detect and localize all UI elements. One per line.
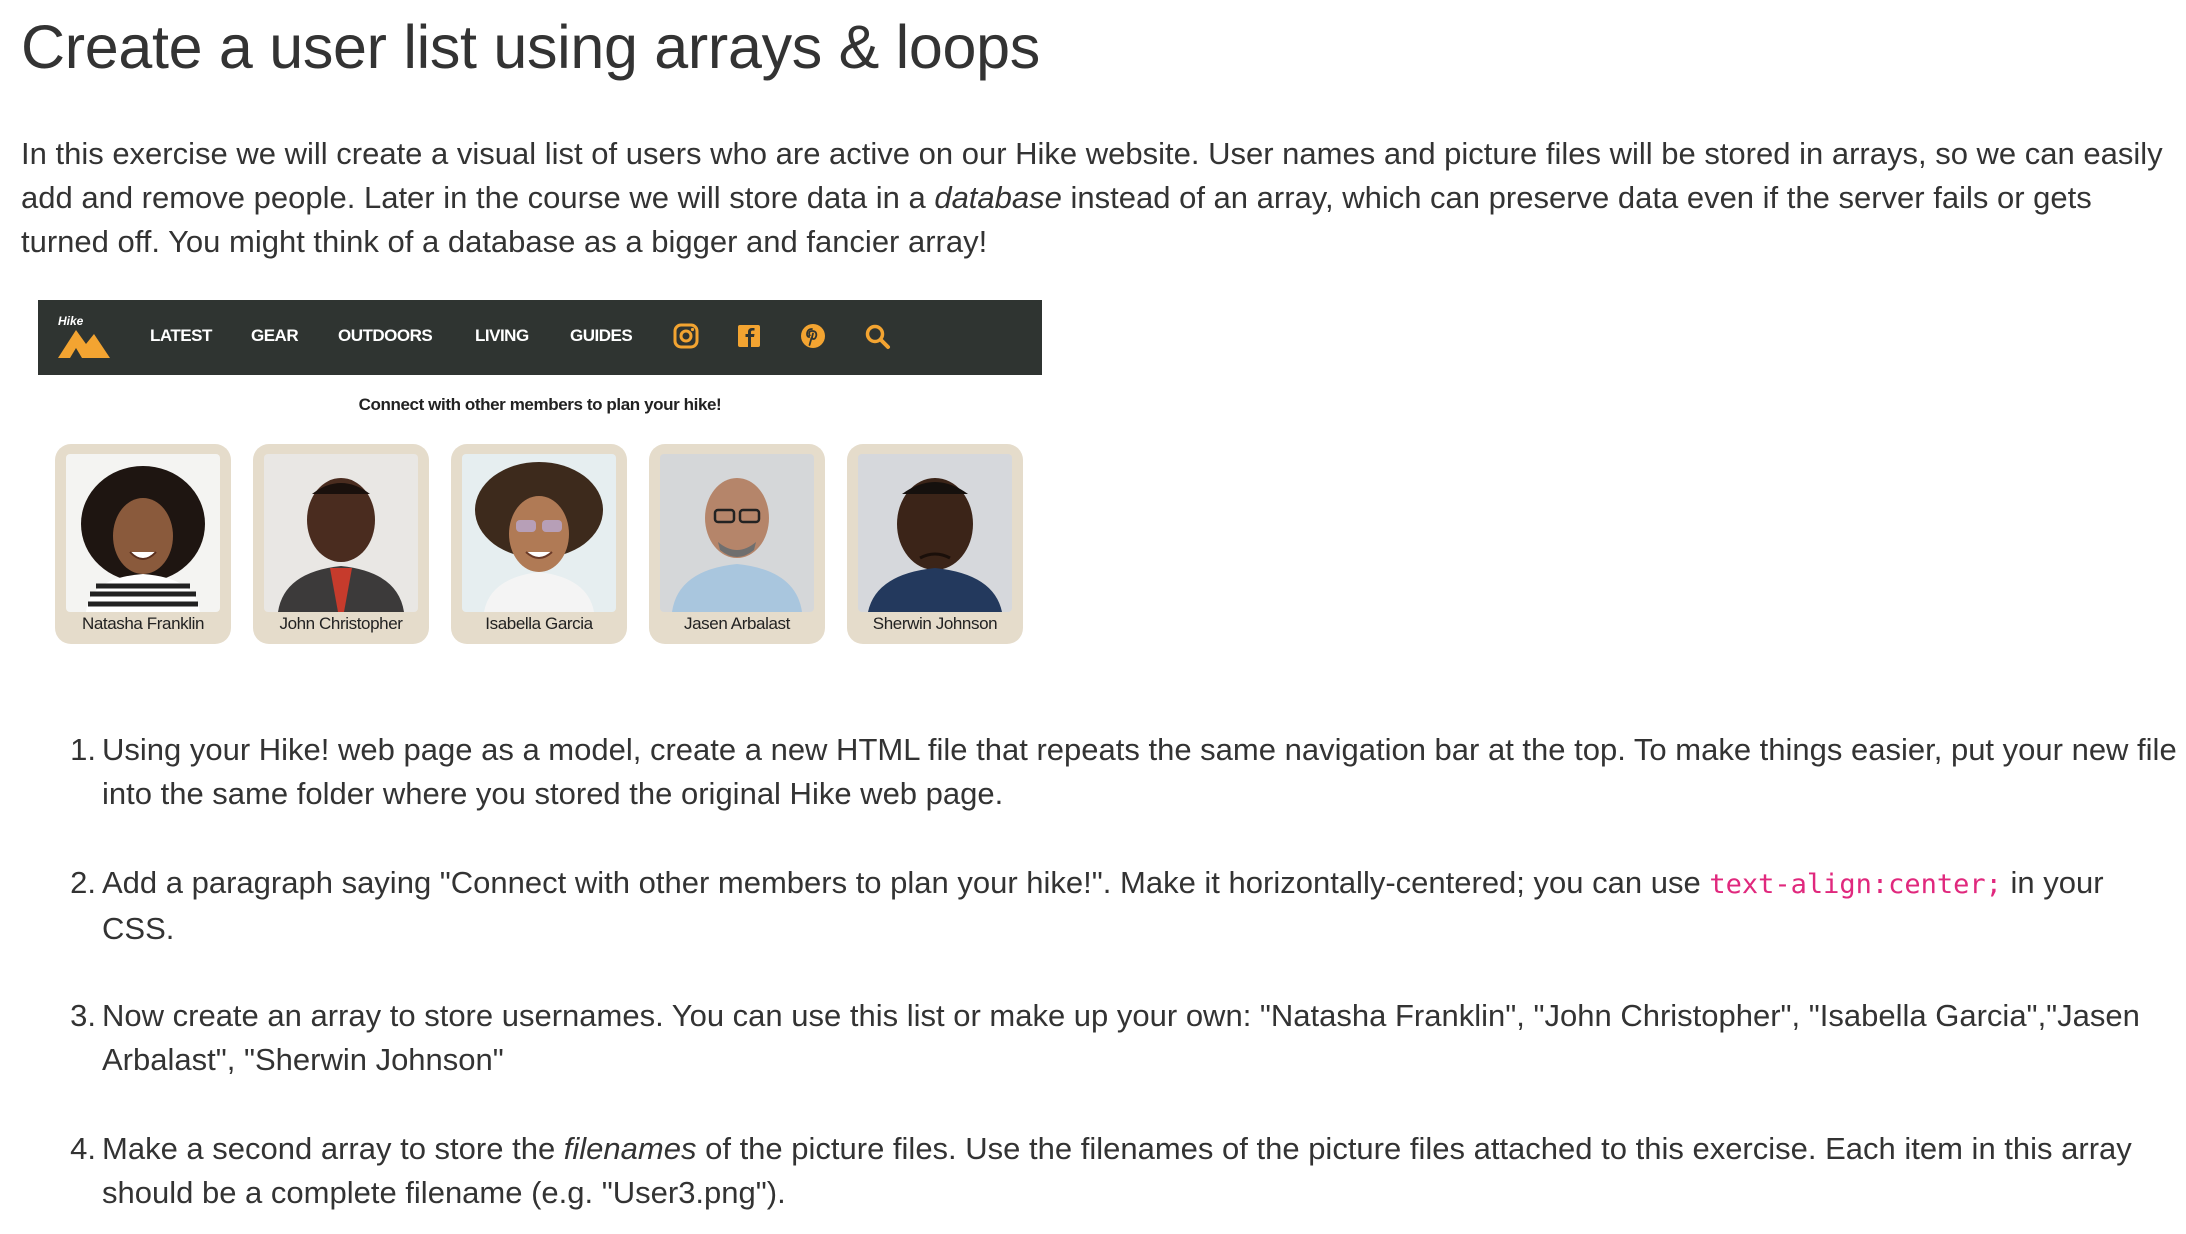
user-name: Natasha Franklin — [81, 614, 205, 633]
facebook-icon — [738, 325, 760, 347]
user-name: Jasen Arbalast — [684, 614, 790, 633]
hike-logo-text: Hike — [58, 314, 84, 328]
step-number: 2. — [70, 865, 96, 900]
user-name: Isabella Garcia — [485, 614, 593, 633]
step-number: 4. — [70, 1131, 96, 1166]
step-number: 1. — [70, 732, 96, 767]
user-name: Sherwin Johnson — [872, 614, 998, 633]
user-card: Natasha Franklin — [55, 444, 231, 644]
user-photo — [264, 454, 418, 612]
step-emphasis: filenames — [563, 1131, 697, 1166]
step-text: Add a paragraph saying "Connect with oth… — [102, 861, 2182, 951]
user-card: Isabella Garcia — [451, 444, 627, 644]
page-title: Create a user list using arrays & loops — [21, 13, 1040, 81]
instagram-icon — [673, 323, 699, 349]
user-photo — [858, 454, 1012, 612]
search-icon — [865, 324, 890, 349]
nav-latest: LATEST — [150, 326, 212, 345]
inline-code: text-align:center; — [1709, 869, 2002, 900]
user-photo — [660, 454, 814, 612]
pinterest-icon — [801, 324, 825, 348]
step-text-before: Make a second array to store the — [102, 1131, 564, 1166]
user-list: Natasha Franklin John Christopher Isabel… — [55, 444, 1035, 644]
user-card: Sherwin Johnson — [847, 444, 1023, 644]
step-number: 3. — [70, 998, 96, 1033]
hike-page-screenshot: Hike LATEST GEAR OUTDOORS LIVING GUIDES … — [38, 300, 1042, 650]
nav-gear: GEAR — [251, 326, 299, 345]
nav-living: LIVING — [475, 326, 529, 345]
hike-navbar: Hike LATEST GEAR OUTDOORS LIVING GUIDES — [38, 300, 1042, 375]
nav-outdoors: OUTDOORS — [338, 326, 433, 345]
user-photo — [462, 454, 616, 612]
intro-emphasis: database — [934, 180, 1062, 215]
user-photo — [66, 454, 220, 612]
intro-paragraph: In this exercise we will create a visual… — [21, 132, 2171, 264]
hike-tagline: Connect with other members to plan your … — [358, 395, 722, 414]
user-card: John Christopher — [253, 444, 429, 644]
step-text: Now create an array to store usernames. … — [102, 998, 2140, 1077]
nav-guides: GUIDES — [570, 326, 633, 345]
step-text: Using your Hike! web page as a model, cr… — [102, 732, 2177, 811]
user-card: Jasen Arbalast — [649, 444, 825, 644]
user-name: John Christopher — [279, 614, 403, 633]
step-text: Make a second array to store the filenam… — [102, 1127, 2182, 1215]
step-text-before: Add a paragraph saying "Connect with oth… — [102, 865, 1710, 900]
